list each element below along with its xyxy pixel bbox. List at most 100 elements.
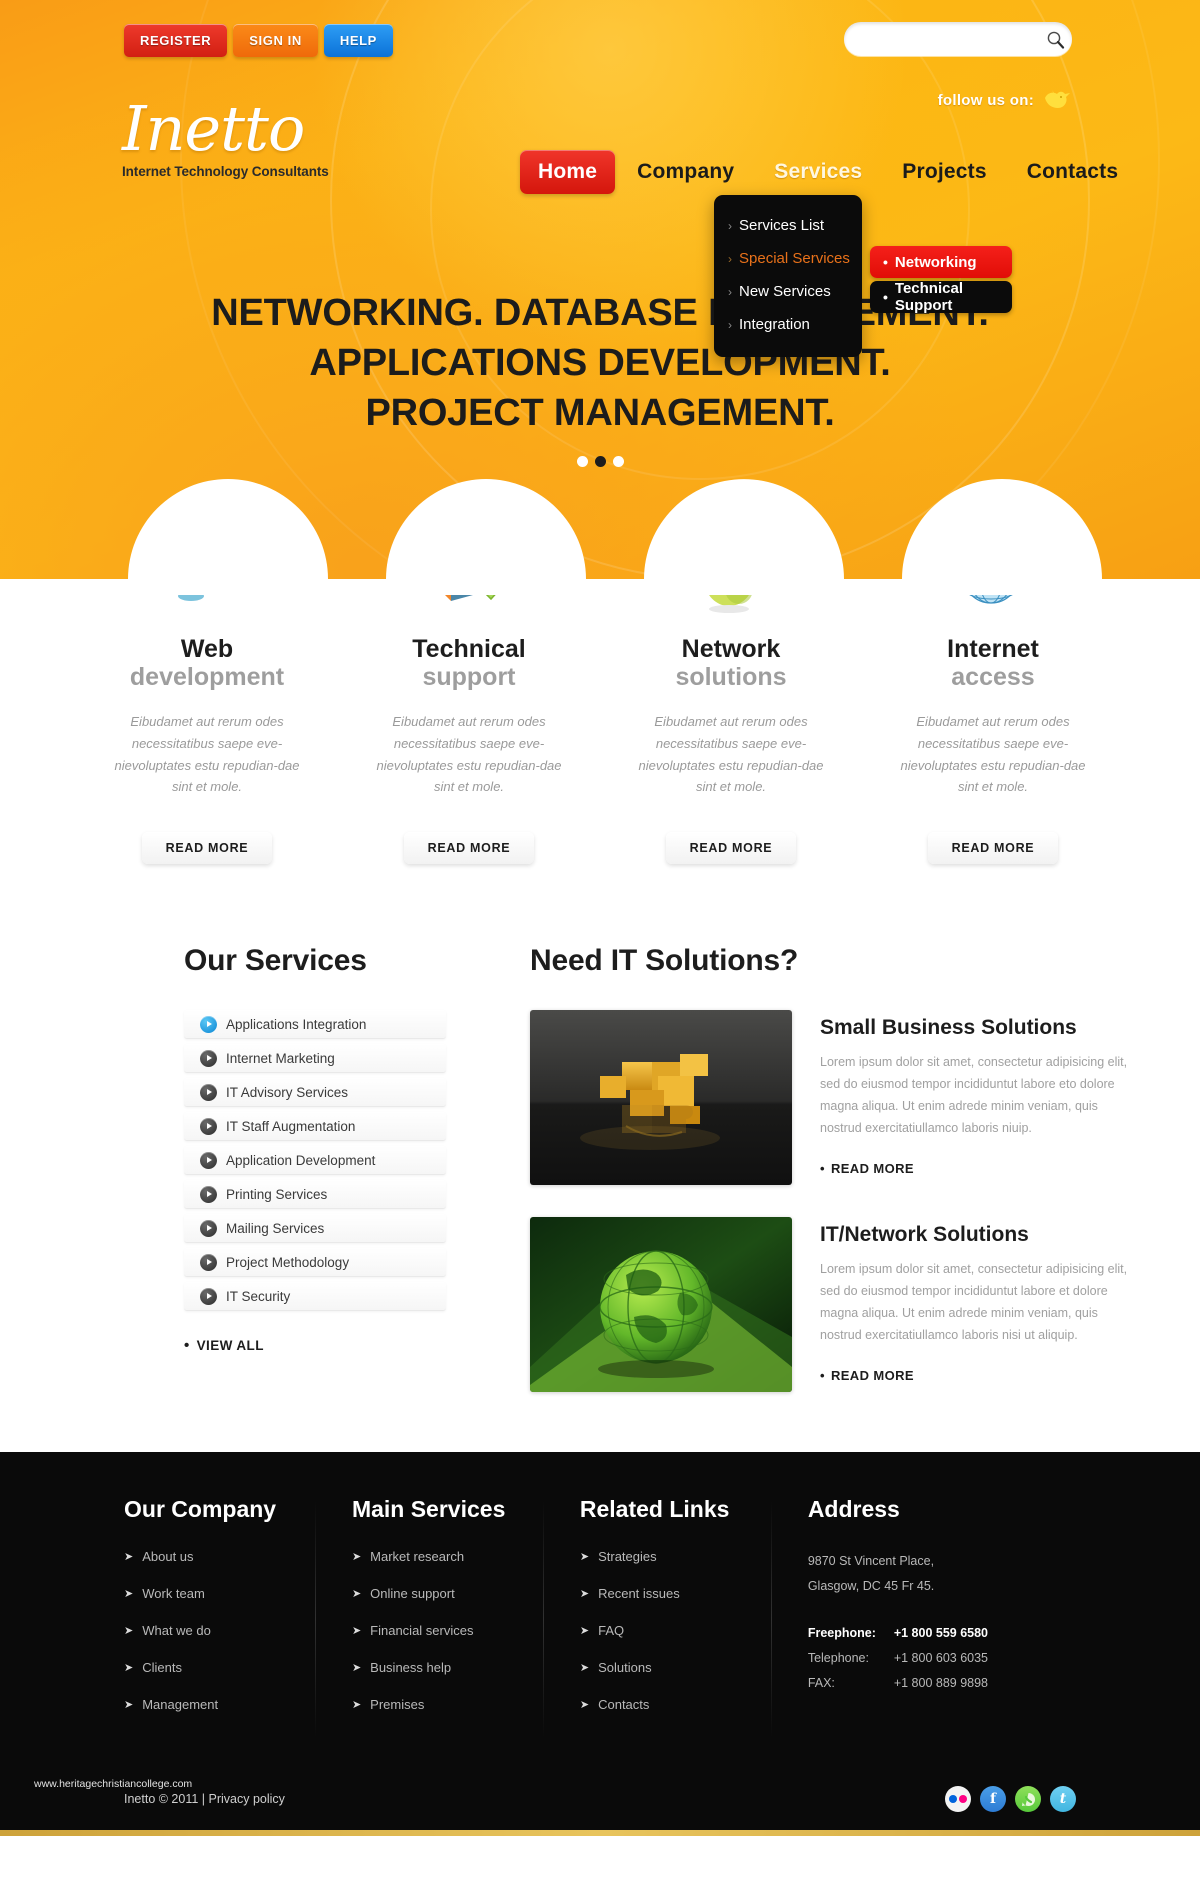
service-list-item[interactable]: IT Security — [184, 1282, 446, 1312]
arrow-right-icon: ➤ — [124, 1625, 134, 1638]
footer-link[interactable]: ➤ Premises — [352, 1697, 580, 1712]
slider-dot-3[interactable] — [612, 456, 624, 467]
footer-link[interactable]: ➤ Financial services — [352, 1623, 580, 1638]
footer-bottom-edge — [0, 1830, 1200, 1837]
dropdown-item-integration[interactable]: › Integration — [714, 308, 862, 341]
service-list-item[interactable]: Mailing Services — [184, 1214, 446, 1244]
arrow-right-icon: ➤ — [351, 1699, 362, 1712]
solution-item: Small Business Solutions Lorem ipsum dol… — [530, 1010, 1140, 1186]
footer-link[interactable]: ➤ Online support — [352, 1586, 580, 1601]
phone-label: FAX: — [807, 1676, 835, 1691]
whatsapp-icon[interactable] — [1015, 1786, 1041, 1813]
arrow-right-icon: ➤ — [124, 1551, 134, 1564]
page-root: REGISTER SIGN IN HELP follow us on: Inet… — [0, 0, 1200, 1837]
solution-read-more-button[interactable]: • READ MORE — [820, 1161, 1140, 1176]
footer: Our Company ➤ About us ➤ Work team ➤ What w… — [0, 1452, 1200, 1775]
play-bullet-icon — [200, 1151, 217, 1169]
footer-link[interactable]: ➤ Management — [124, 1697, 352, 1712]
service-list-item[interactable]: Application Development — [184, 1146, 446, 1176]
chevron-right-icon: › — [728, 251, 732, 266]
card-read-more-button[interactable]: READ MORE — [404, 832, 534, 865]
dropdown-item-special-services[interactable]: › Special Services — [714, 242, 862, 275]
footer-link[interactable]: ➤ Work team — [124, 1586, 352, 1601]
footer-link-label: Clients — [142, 1660, 182, 1676]
play-bullet-icon — [200, 1253, 217, 1271]
footer-link[interactable]: ➤ Business help — [352, 1660, 580, 1675]
bullet-icon: • — [883, 254, 888, 270]
headline-line-3: PROJECT MANAGEMENT. — [365, 392, 835, 435]
footer-link[interactable]: ➤ Strategies — [580, 1549, 808, 1564]
help-button[interactable]: HELP — [323, 24, 393, 57]
phone-value: +1 800 889 9898 — [893, 1676, 989, 1691]
service-card-technical-support: Technical support Eibudamet aut rerum od… — [369, 533, 569, 865]
solution-thumbnail[interactable] — [530, 1010, 792, 1186]
card-text: Eibudamet aut rerum odes necessitatibus … — [114, 714, 300, 795]
our-services-list: Applications Integration Internet Market… — [184, 1010, 446, 1312]
footer-link-label: Recent issues — [598, 1586, 680, 1602]
signin-button[interactable]: SIGN IN — [233, 24, 318, 57]
dropdown-item-services-list[interactable]: › Services List — [714, 209, 862, 242]
nav-item-home[interactable]: Home — [520, 150, 616, 194]
footer-link-label: Solutions — [598, 1660, 652, 1676]
dropdown-item-new-services[interactable]: › New Services — [714, 275, 862, 308]
logo[interactable]: Inetto Internet Technology Consultants — [122, 98, 329, 180]
service-list-item[interactable]: Project Methodology — [184, 1248, 446, 1278]
footer-link[interactable]: ➤ FAQ — [580, 1623, 808, 1638]
arrow-right-icon: ➤ — [579, 1588, 590, 1601]
arrow-right-icon: ➤ — [124, 1699, 134, 1712]
nav-item-projects[interactable]: Projects — [884, 150, 1004, 194]
nav-item-services[interactable]: Services — [756, 150, 880, 194]
register-button[interactable]: REGISTER — [124, 24, 228, 57]
arrow-right-icon: ➤ — [579, 1699, 590, 1712]
play-bullet-icon — [200, 1287, 217, 1305]
service-list-item[interactable]: IT Staff Augmentation — [184, 1112, 446, 1142]
footer-link[interactable]: ➤ Market research — [352, 1549, 580, 1564]
service-list-item[interactable]: IT Advisory Services — [184, 1078, 446, 1108]
card-subtitle: development — [129, 663, 285, 691]
service-list-item-label: IT Staff Augmentation — [226, 1118, 356, 1134]
search-bar[interactable] — [844, 22, 1072, 56]
solution-thumbnail[interactable] — [530, 1217, 792, 1393]
slider-dot-1[interactable] — [576, 456, 588, 467]
flickr-icon[interactable] — [945, 1786, 971, 1813]
address-line-1: 9870 St Vincent Place, — [807, 1554, 935, 1569]
submenu-item-technical-support[interactable]: • Technical Support — [870, 280, 1012, 314]
footer-link[interactable]: ➤ Solutions — [580, 1660, 808, 1675]
card-text: Eibudamet aut rerum odes necessitatibus … — [638, 714, 824, 795]
service-list-item-label: Project Methodology — [226, 1254, 350, 1270]
facebook-icon[interactable]: f — [980, 1786, 1006, 1813]
card-read-more-button[interactable]: READ MORE — [666, 832, 796, 865]
footer-link-label: About us — [142, 1549, 194, 1565]
nav-item-company[interactable]: Company — [619, 150, 752, 194]
twitter-bird-icon[interactable] — [1042, 88, 1072, 112]
footer-link[interactable]: ➤ Recent issues — [580, 1586, 808, 1601]
chevron-right-icon: › — [728, 218, 732, 233]
footer-link[interactable]: ➤ About us — [124, 1549, 352, 1564]
view-all-button[interactable]: • VIEW ALL — [184, 1337, 446, 1354]
footer-link[interactable]: ➤ Clients — [124, 1660, 352, 1675]
footer-link[interactable]: ➤ What we do — [124, 1623, 352, 1638]
nav-item-contacts[interactable]: Contacts — [1009, 150, 1136, 194]
search-input[interactable] — [858, 24, 1038, 54]
card-read-more-button[interactable]: READ MORE — [928, 832, 1058, 865]
service-list-item[interactable]: Printing Services — [184, 1180, 446, 1210]
footer-link[interactable]: ➤ Contacts — [580, 1697, 808, 1712]
solution-title: Small Business Solutions — [820, 1016, 1077, 1040]
dropdown-item-label: Integration — [739, 316, 810, 333]
submenu-item-networking[interactable]: • Networking — [870, 246, 1012, 278]
arrow-right-icon: ➤ — [124, 1662, 134, 1675]
footer-column-related-links: Related Links ➤ Strategies ➤ Recent issues… — [580, 1496, 808, 1739]
our-services-panel: Our Services Applications Integration In… — [184, 944, 446, 1392]
slider-dot-2[interactable] — [594, 456, 606, 467]
card-text: Eibudamet aut rerum odes necessitatibus … — [376, 714, 562, 795]
solution-read-more-button[interactable]: • READ MORE — [820, 1368, 1140, 1383]
twitter-icon[interactable]: t — [1050, 1786, 1076, 1813]
phone-label: Telephone: — [807, 1651, 869, 1666]
card-read-more-button[interactable]: READ MORE — [142, 832, 272, 865]
service-list-item[interactable]: Applications Integration — [184, 1010, 446, 1040]
services-submenu: • Networking • Technical Support — [870, 246, 1012, 316]
service-list-item[interactable]: Internet Marketing — [184, 1044, 446, 1074]
service-card-network-solutions: Network solutions Eibudamet aut rerum od… — [631, 537, 831, 865]
search-button[interactable] — [1038, 24, 1072, 54]
view-all-label: VIEW ALL — [196, 1338, 264, 1354]
